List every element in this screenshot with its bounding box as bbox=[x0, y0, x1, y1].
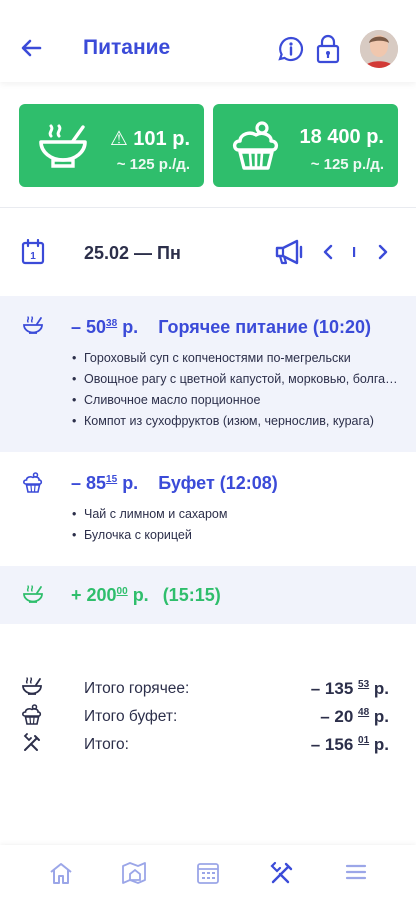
total-label: Итого: bbox=[84, 736, 129, 753]
list-item: Булочка с корицей bbox=[72, 525, 402, 546]
total-currency: р. bbox=[373, 735, 389, 754]
meal-currency: р. bbox=[132, 585, 149, 605]
school-map-icon[interactable] bbox=[121, 861, 147, 885]
hot-meal-balance: ⚠ 101 р. bbox=[109, 128, 190, 150]
meal-header: + 20000 р. (15:15) bbox=[71, 585, 221, 606]
page-title: Питание bbox=[83, 36, 171, 59]
total-amount: – 20 bbox=[320, 707, 354, 726]
list-item: Сливочное масло порционное bbox=[72, 390, 402, 411]
soup-bowl-icon bbox=[37, 120, 89, 170]
meal-entry-hot[interactable]: – 5038 р. Горячее питание (10:20) Горохов… bbox=[0, 296, 416, 452]
total-hot-value: – 135 53 р. bbox=[311, 679, 389, 699]
buffet-daily-rate: ~ 125 р./д. bbox=[310, 156, 384, 173]
list-item: Гороховый суп с копченостями по-мегрельс… bbox=[72, 348, 402, 369]
current-date: 25.02 — Пн bbox=[84, 243, 181, 263]
meal-entry-buffet[interactable]: – 8515 р. Буфет (12:08) Чай с лимном и са… bbox=[0, 454, 416, 562]
list-item: Чай с лимном и сахаром bbox=[72, 504, 402, 525]
buffet-balance-card[interactable]: 18 400 р. ~ 125 р./д. bbox=[213, 104, 398, 187]
meal-amount-cents: 15 bbox=[106, 474, 118, 485]
divider bbox=[0, 207, 416, 208]
soup-bowl-icon bbox=[23, 585, 43, 605]
total-buffet-label: Итого буфет: bbox=[84, 708, 178, 725]
meal-items-list: Чай с лимном и сахаром Булочка с корицей bbox=[72, 504, 402, 546]
calendar-icon[interactable]: 1 bbox=[21, 239, 45, 265]
meal-currency: р. bbox=[122, 317, 139, 337]
cupcake-icon bbox=[22, 704, 42, 726]
meal-title: Горячее питание (10:20) bbox=[158, 317, 371, 337]
total-amount: – 135 bbox=[310, 679, 354, 698]
total-cents: 53 bbox=[358, 679, 370, 690]
avatar[interactable] bbox=[360, 30, 398, 68]
meal-currency: р. bbox=[122, 473, 139, 493]
total-amount: – 156 bbox=[310, 735, 354, 754]
meal-header: – 5038 р. Горячее питание (10:20) bbox=[71, 317, 371, 338]
chevron-right-icon[interactable] bbox=[376, 244, 390, 260]
total-currency: р. bbox=[373, 707, 389, 726]
meal-header: – 8515 р. Буфет (12:08) bbox=[71, 473, 278, 494]
lock-icon[interactable] bbox=[315, 34, 341, 64]
home-icon[interactable] bbox=[48, 861, 74, 885]
total-cents: 48 bbox=[358, 707, 370, 718]
menu-icon[interactable] bbox=[345, 861, 367, 883]
fork-knife-icon bbox=[22, 733, 42, 753]
app-header: Питание bbox=[0, 0, 416, 82]
meal-amount: – 85 bbox=[71, 473, 107, 493]
total-cents: 01 bbox=[358, 735, 370, 746]
meal-amount-cents: 38 bbox=[106, 318, 118, 329]
meal-entry-topup[interactable]: + 20000 р. (15:15) bbox=[0, 566, 416, 624]
svg-text:1: 1 bbox=[30, 251, 36, 262]
meal-title: (15:15) bbox=[162, 585, 221, 605]
hot-meal-balance-card[interactable]: ⚠ 101 р. ~ 125 р./д. bbox=[19, 104, 204, 187]
soup-bowl-icon bbox=[22, 677, 42, 697]
back-arrow-icon[interactable] bbox=[18, 34, 46, 62]
total-value: – 156 01 р. bbox=[311, 735, 389, 755]
chevron-left-icon[interactable] bbox=[321, 244, 335, 260]
page-indicator: I bbox=[352, 244, 357, 261]
schedule-icon[interactable] bbox=[196, 861, 220, 885]
total-currency: р. bbox=[373, 679, 389, 698]
hot-meal-daily-rate: ~ 125 р./д. bbox=[116, 156, 190, 173]
total-buffet-value: – 20 48 р. bbox=[320, 707, 389, 727]
buffet-balance: 18 400 р. bbox=[299, 126, 384, 148]
megaphone-icon[interactable] bbox=[274, 239, 304, 265]
total-hot-label: Итого горячее: bbox=[84, 680, 190, 697]
meal-amount: – 50 bbox=[71, 317, 107, 337]
list-item: Овощное рагу с цветной капустой, морковь… bbox=[72, 369, 402, 390]
meal-title: Буфет (12:08) bbox=[158, 473, 278, 493]
cupcake-icon bbox=[231, 120, 281, 172]
fork-knife-icon[interactable] bbox=[270, 861, 294, 885]
meal-items-list: Гороховый суп с копченостями по-мегрельс… bbox=[72, 348, 402, 432]
info-icon[interactable] bbox=[277, 35, 305, 63]
list-item: Компот из сухофруктов (изюм, чернослив, … bbox=[72, 411, 402, 432]
meal-amount: + 200 bbox=[71, 585, 117, 605]
soup-bowl-icon bbox=[23, 316, 43, 336]
cupcake-icon bbox=[23, 472, 43, 494]
meal-amount-cents: 00 bbox=[116, 586, 128, 597]
bottom-nav bbox=[0, 845, 416, 900]
